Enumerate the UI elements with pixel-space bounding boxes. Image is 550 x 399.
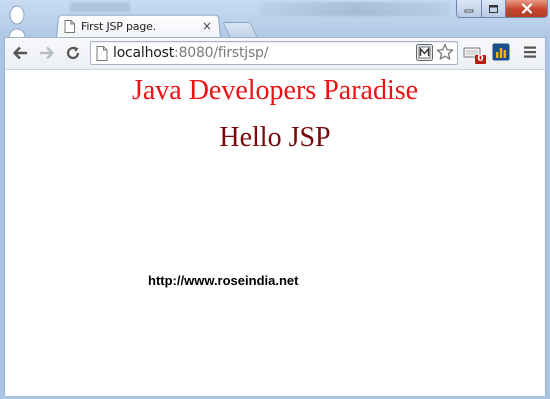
reload-button[interactable] [63,43,83,63]
star-icon[interactable] [436,43,454,61]
forward-arrow-icon [40,46,54,60]
page-subheading: Hello JSP [219,122,331,153]
address-bar[interactable]: localhost:8080/firstjsp/ [90,41,458,65]
page-icon [96,46,108,61]
minimize-button[interactable] [456,0,482,18]
forward-button[interactable] [37,43,57,63]
page-content-area [4,69,546,396]
title-bar-blur [70,2,130,12]
tab-content[interactable]: First JSP page. × [62,16,218,36]
profile-avatar-icon[interactable] [6,4,28,38]
maximize-button[interactable] [481,0,506,18]
url-host: localhost [113,45,175,61]
back-arrow-icon [13,46,27,60]
reload-icon [66,46,80,60]
close-icon [521,3,532,14]
tab-close-icon[interactable]: × [200,19,214,33]
chart-extension-icon[interactable] [492,43,510,61]
extension-badge-count: 0 [477,54,484,64]
back-button[interactable] [10,43,30,63]
badge-extension-button[interactable]: 0 [463,43,489,65]
close-window-button[interactable] [505,0,548,18]
tab-title: First JSP page. [81,19,156,33]
minimize-icon [464,9,474,12]
page-icon [64,19,75,33]
site-url-text: http://www.roseindia.net [148,273,299,288]
m-extension-icon [416,44,433,61]
page-heading: Java Developers Paradise [131,75,419,106]
title-bar-blur [260,2,450,16]
url-text[interactable]: localhost:8080/firstjsp/ [113,45,268,61]
m-extension-button[interactable] [416,44,433,61]
maximize-icon [489,4,498,13]
hamburger-menu-icon[interactable] [522,44,538,60]
url-path: :8080/firstjsp/ [174,45,269,61]
